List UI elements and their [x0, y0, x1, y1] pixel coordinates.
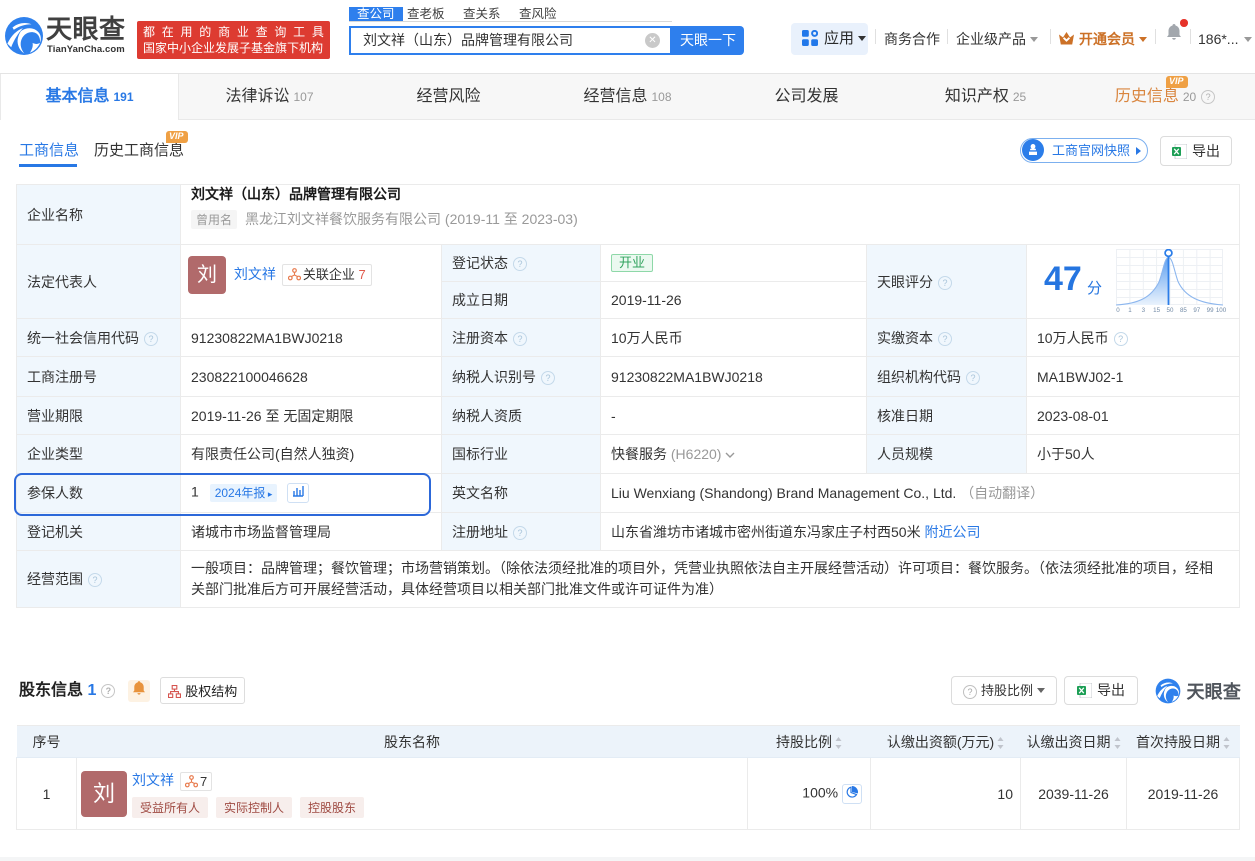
- svg-text:0: 0: [1116, 307, 1120, 313]
- svg-text:99: 99: [1207, 307, 1214, 313]
- svg-text:97: 97: [1193, 307, 1200, 313]
- svg-text:3: 3: [1142, 307, 1146, 313]
- svg-text:15: 15: [1153, 307, 1160, 313]
- svg-text:50: 50: [1167, 307, 1174, 313]
- svg-text:1: 1: [1128, 307, 1132, 313]
- svg-text:100: 100: [1216, 307, 1227, 313]
- svg-text:85: 85: [1180, 307, 1187, 313]
